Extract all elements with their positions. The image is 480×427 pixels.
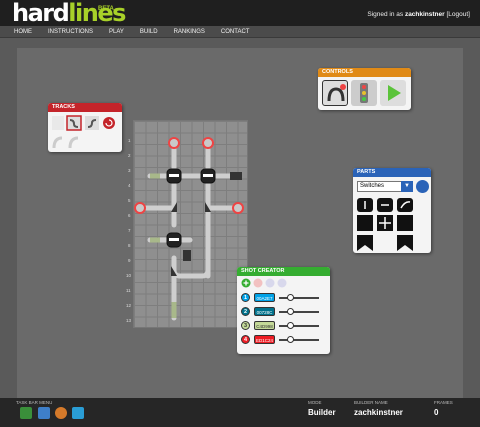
export-icon[interactable] [20,407,32,419]
nav-rankings[interactable]: RANKINGS [174,26,205,38]
row-number: 3 [128,168,131,173]
track-straight-icon[interactable] [52,116,64,130]
part-merge-2[interactable] [397,235,413,251]
beta-badge: BETA [98,6,114,12]
save-icon[interactable] [38,407,50,419]
shot-slider[interactable] [279,297,319,299]
signin-status: Signed in as zachkinstner [Logout] [367,11,470,18]
shot-row[interactable]: 3 C4D998 [241,321,327,331]
shot-option-icon-2[interactable] [277,278,287,288]
tracks-icons [52,115,115,149]
parts-grid [357,198,413,251]
parts-panel: PARTS Switches ▼ [353,168,431,253]
shot-slider-knob[interactable] [287,322,294,329]
shot-number: 4 [241,335,250,344]
nav-play[interactable]: PLAY [109,26,124,38]
logo-lines: lines [68,0,126,27]
row-number: 9 [128,258,131,263]
shot-color-swatch[interactable]: 00A2E7 [254,293,275,302]
nav-build[interactable]: BUILD [140,26,158,38]
part-merge-1[interactable] [357,235,373,251]
signin-username: zachkinstner [404,11,445,18]
delete-shot-icon[interactable] [253,278,263,288]
shot-slider[interactable] [279,339,319,341]
shot-creator-panel: SHOT CREATOR 1 00A2E7 2 00728C 3 C4D998 4 ED1C2… [237,267,330,354]
shot-option-icon[interactable] [265,278,275,288]
row-number: 4 [128,183,131,188]
build-tracks-icon[interactable] [322,80,348,106]
track-curve-left-icon[interactable] [52,136,63,149]
main-nav: HOME INSTRUCTIONS PLAY BUILD RANKINGS CO… [0,26,480,38]
shot-number: 1 [241,293,250,302]
nav-contact[interactable]: CONTACT [221,26,250,38]
row-number: 8 [128,243,131,248]
shot-slider[interactable] [279,311,319,313]
logout-link[interactable]: [Logout] [447,11,471,18]
parts-rotate-icon[interactable] [416,180,429,193]
builder-name-label: BUILDER NAME [354,400,388,405]
controls-panel: CONTROLS [318,68,411,110]
tracks-rotate-icon[interactable] [103,117,115,129]
row-number: 7 [128,228,131,233]
shot-row[interactable]: 1 00A2E7 [241,293,327,303]
shot-color-swatch[interactable]: C4D998 [254,321,275,330]
shot-row[interactable]: 4 ED1C24 [241,335,327,345]
part-switch-curve[interactable] [397,198,413,212]
nav-home[interactable]: HOME [14,26,32,38]
chevron-down-icon[interactable]: ▼ [401,181,413,192]
mode-value: Builder [308,408,336,417]
fullscreen-icon[interactable] [72,407,84,419]
row-number: 11 [126,288,131,293]
shot-toolbar [241,278,287,288]
play-icon[interactable] [380,80,406,106]
shot-slider-knob[interactable] [287,336,294,343]
part-diverter-2[interactable] [397,215,413,231]
task-bar: TASK BAR MENU MODE Builder BUILDER NAME … [0,398,480,427]
nav-instructions[interactable]: INSTRUCTIONS [48,26,93,38]
shot-color-swatch[interactable]: 00728C [254,307,275,316]
row-number: 1 [128,138,131,143]
shot-color-swatch[interactable]: ED1C24 [254,335,275,344]
signin-prefix: Signed in as [367,11,405,18]
tracks-title: TRACKS [48,103,122,112]
row-number: 10 [126,273,132,278]
shot-number: 2 [241,307,250,316]
settings-icon[interactable] [55,407,67,419]
part-diverter-1[interactable] [357,215,373,231]
shot-slider-knob[interactable] [287,294,294,301]
row-number: 12 [126,303,132,308]
row-number: 13 [126,318,132,323]
track-board[interactable] [133,120,248,328]
frames-value: 0 [434,408,439,417]
shot-slider-knob[interactable] [287,308,294,315]
traffic-light-icon[interactable] [351,80,377,106]
builder-name-value: zachkinstner [354,408,403,417]
taskbar-menu-label: TASK BAR MENU [16,400,53,405]
row-number: 2 [128,153,131,158]
frames-label: FRAMES [434,400,453,405]
shot-number: 3 [241,321,250,330]
mode-label: MODE [308,400,322,405]
top-bar: hardlines BETA Signed in as zachkinstner… [0,0,480,26]
track-curve-right-icon[interactable] [68,136,79,149]
shot-row[interactable]: 2 00728C [241,307,327,317]
row-number: 5 [128,198,131,203]
logo-hard: hard [12,0,70,27]
row-number: 6 [128,213,131,218]
shot-creator-title: SHOT CREATOR [237,267,330,276]
logo[interactable]: hardlines [12,0,126,27]
parts-title: PARTS [353,168,431,177]
shot-slider[interactable] [279,325,319,327]
tracks-panel: TRACKS [48,103,122,152]
controls-title: CONTROLS [318,68,411,77]
